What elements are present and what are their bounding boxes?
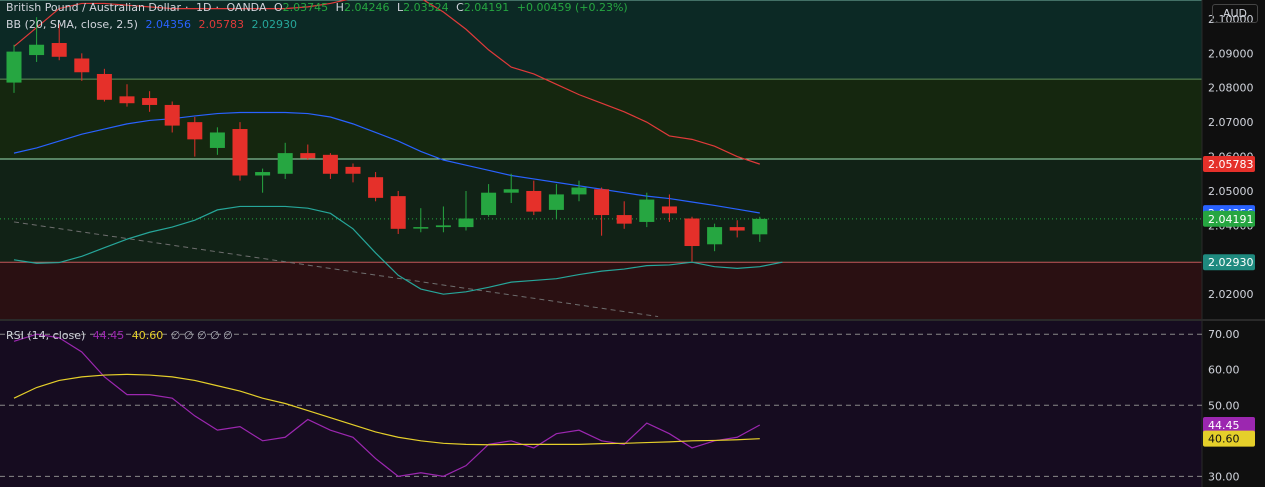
source-label: OANDA bbox=[226, 1, 267, 14]
candle-body bbox=[368, 177, 384, 198]
candle-body bbox=[616, 215, 632, 224]
currency-badge[interactable]: AUD bbox=[1212, 4, 1258, 23]
candle-body bbox=[164, 104, 180, 126]
close-value: C2.04191 bbox=[456, 1, 510, 14]
candle-body bbox=[345, 166, 361, 174]
candle-body bbox=[458, 218, 474, 228]
candle-body bbox=[96, 73, 112, 100]
price-legend: British Pound / Australian Dollar · 1D · O… bbox=[6, 1, 628, 14]
candle-body bbox=[729, 227, 745, 231]
candle-body bbox=[300, 153, 316, 159]
chart-canvas[interactable]: 2.100002.090002.080002.070002.060002.050… bbox=[0, 0, 1265, 487]
candle-body bbox=[481, 192, 497, 216]
zone-upper-mid bbox=[0, 79, 1202, 159]
rsi-tick-label: 70.00 bbox=[1208, 328, 1240, 341]
candle-body bbox=[232, 129, 248, 176]
price-tick-label: 2.08000 bbox=[1208, 82, 1254, 95]
rsi-ma-value-badge: 40.60 bbox=[1208, 433, 1240, 446]
price-tick-label: 2.05000 bbox=[1208, 185, 1254, 198]
candle-body bbox=[707, 227, 723, 245]
open-value: O2.03745 bbox=[274, 1, 329, 14]
candle-body bbox=[661, 206, 677, 214]
interval-label: 1D bbox=[196, 1, 212, 14]
rsi-tick-label: 60.00 bbox=[1208, 364, 1240, 377]
rsi-value-badge: 44.45 bbox=[1208, 419, 1240, 432]
rsi-background bbox=[0, 320, 1202, 487]
candle-body bbox=[255, 172, 271, 176]
candle-body bbox=[503, 189, 519, 193]
candle-body bbox=[639, 199, 655, 222]
candle-body bbox=[684, 218, 700, 247]
bb-lower-badge: 2.02930 bbox=[1208, 256, 1254, 269]
bb-upper-value: 2.05783 bbox=[198, 18, 244, 31]
candle-body bbox=[322, 154, 338, 174]
low-value: L2.03524 bbox=[396, 1, 449, 14]
symbol-name: British Pound / Australian Dollar bbox=[6, 1, 181, 14]
candle-body bbox=[142, 98, 158, 105]
price-tick-label: 2.02000 bbox=[1208, 288, 1254, 301]
bb-lower-value: 2.02930 bbox=[251, 18, 297, 31]
price-tick-label: 2.09000 bbox=[1208, 47, 1254, 60]
candle-body bbox=[51, 43, 67, 57]
candle-body bbox=[390, 196, 406, 229]
rsi-tick-label: 30.00 bbox=[1208, 470, 1240, 483]
candle-body bbox=[6, 51, 22, 83]
rsi-legend[interactable]: RSI (14, close) 44.45 40.60 ∅ ∅ ∅ ∅ ∅ bbox=[6, 329, 237, 343]
rsi-legend-value: 44.45 bbox=[92, 329, 125, 342]
currency-label: AUD bbox=[1222, 7, 1248, 20]
change-value: +0.00459 (+0.23%) bbox=[516, 1, 628, 14]
candle-body bbox=[548, 194, 564, 210]
candle-body bbox=[209, 132, 225, 148]
candle-body bbox=[594, 189, 610, 216]
candle-body bbox=[571, 187, 587, 195]
candle-body bbox=[119, 96, 135, 104]
price-tick-label: 2.07000 bbox=[1208, 116, 1254, 129]
candle-body bbox=[187, 122, 203, 140]
rsi-extra-values: ∅ ∅ ∅ ∅ ∅ bbox=[170, 329, 233, 342]
candle-body bbox=[413, 227, 429, 229]
high-value: H2.04246 bbox=[335, 1, 390, 14]
candle-body bbox=[74, 58, 90, 73]
rsi-ma-legend-value: 40.60 bbox=[131, 329, 164, 342]
bb-basis-value: 2.04356 bbox=[145, 18, 191, 31]
candle-body bbox=[752, 218, 768, 235]
candle-body bbox=[526, 190, 542, 212]
rsi-name: RSI (14, close) bbox=[6, 329, 86, 342]
rsi-tick-label: 50.00 bbox=[1208, 399, 1240, 412]
candle-body bbox=[29, 44, 45, 56]
last-price-badge: 2.04191 bbox=[1208, 213, 1254, 226]
candle-body bbox=[435, 225, 451, 228]
bb-upper-badge: 2.05783 bbox=[1208, 158, 1254, 171]
candle-body bbox=[277, 153, 293, 174]
bb-legend[interactable]: BB (20, SMA, close, 2.5) 2.04356 2.05783… bbox=[6, 18, 301, 32]
bb-name: BB (20, SMA, close, 2.5) bbox=[6, 18, 138, 31]
